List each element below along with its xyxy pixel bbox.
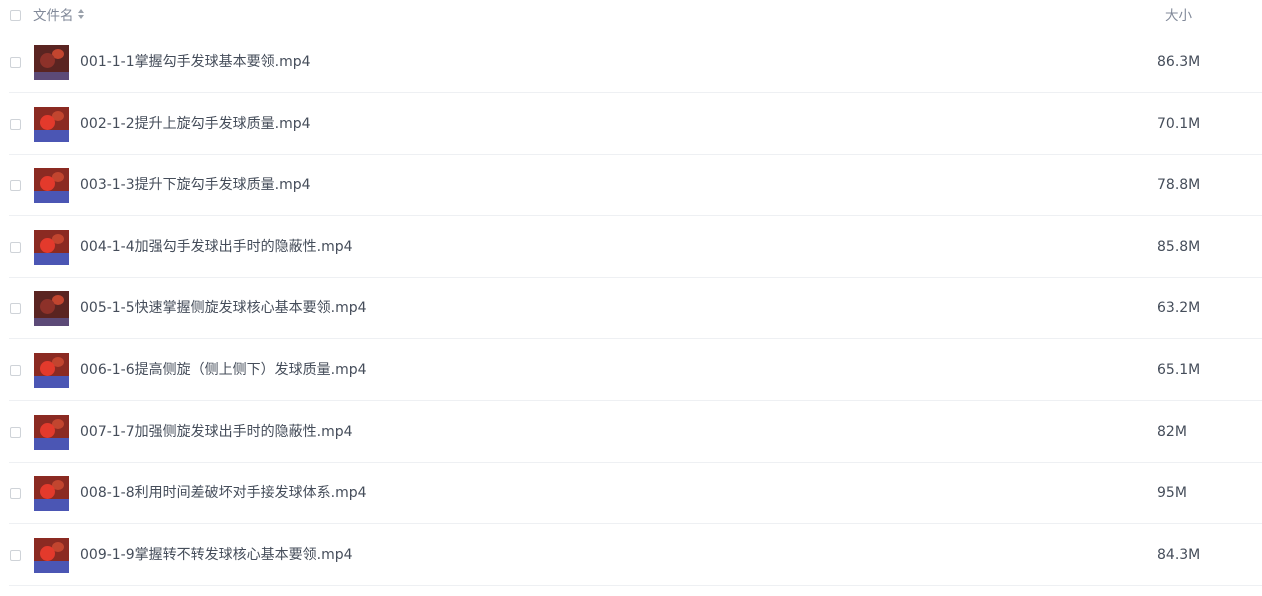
file-size: 95M xyxy=(1157,485,1187,501)
file-name[interactable]: 005-1-5快速掌握侧旋发球核心基本要领.mp4 xyxy=(80,299,367,318)
file-row[interactable]: 006-1-6提高侧旋（侧上侧下）发球质量.mp4 65.1M xyxy=(0,340,1262,401)
row-checkbox[interactable] xyxy=(10,427,21,438)
video-thumbnail-icon[interactable] xyxy=(34,291,69,326)
file-size: 84.3M xyxy=(1157,547,1201,563)
file-name[interactable]: 003-1-3提升下旋勾手发球质量.mp4 xyxy=(80,176,311,195)
row-checkbox[interactable] xyxy=(10,365,21,376)
row-checkbox[interactable] xyxy=(10,119,21,130)
file-size: 86.3M xyxy=(1157,54,1201,70)
video-thumbnail-icon[interactable] xyxy=(34,415,69,450)
file-row[interactable]: 008-1-8利用时间差破坏对手接发球体系.mp4 95M xyxy=(0,463,1262,524)
sort-icon[interactable] xyxy=(77,9,85,21)
file-row[interactable]: 002-1-2提升上旋勾手发球质量.mp4 70.1M xyxy=(0,94,1262,155)
select-all-checkbox[interactable] xyxy=(10,10,21,21)
file-size: 65.1M xyxy=(1157,362,1201,378)
row-divider xyxy=(9,338,1262,339)
column-header-name[interactable]: 文件名 xyxy=(33,7,85,25)
file-size: 63.2M xyxy=(1157,300,1201,316)
column-header-name-label: 文件名 xyxy=(33,8,74,24)
sort-down-arrow-icon xyxy=(77,15,84,19)
file-list: 文件名 大小 001-1-1掌握勾手发球基本要领.mp4 86.3M 002-1… xyxy=(0,0,1262,596)
row-divider xyxy=(9,523,1262,524)
video-thumbnail-icon[interactable] xyxy=(34,107,69,142)
row-divider xyxy=(9,400,1262,401)
row-checkbox[interactable] xyxy=(10,57,21,68)
column-header-size[interactable]: 大小 xyxy=(1165,7,1192,25)
file-size: 78.8M xyxy=(1157,177,1201,193)
file-size: 82M xyxy=(1157,424,1187,440)
list-header: 文件名 大小 xyxy=(0,0,1262,31)
file-row[interactable]: 009-1-9掌握转不转发球核心基本要领.mp4 84.3M xyxy=(0,525,1262,586)
file-name[interactable]: 001-1-1掌握勾手发球基本要领.mp4 xyxy=(80,53,311,72)
file-size: 85.8M xyxy=(1157,239,1201,255)
file-row[interactable]: 005-1-5快速掌握侧旋发球核心基本要领.mp4 63.2M xyxy=(0,278,1262,339)
file-name[interactable]: 007-1-7加强侧旋发球出手时的隐蔽性.mp4 xyxy=(80,423,353,442)
row-divider xyxy=(9,585,1262,586)
video-thumbnail-icon[interactable] xyxy=(34,230,69,265)
video-thumbnail-icon[interactable] xyxy=(34,476,69,511)
video-thumbnail-icon[interactable] xyxy=(34,45,69,80)
row-checkbox[interactable] xyxy=(10,303,21,314)
file-name[interactable]: 006-1-6提高侧旋（侧上侧下）发球质量.mp4 xyxy=(80,361,367,380)
sort-up-arrow-icon xyxy=(77,9,84,13)
video-thumbnail-icon[interactable] xyxy=(34,168,69,203)
row-checkbox[interactable] xyxy=(10,550,21,561)
video-thumbnail-icon[interactable] xyxy=(34,353,69,388)
row-checkbox[interactable] xyxy=(10,180,21,191)
file-name[interactable]: 008-1-8利用时间差破坏对手接发球体系.mp4 xyxy=(80,484,367,503)
row-checkbox[interactable] xyxy=(10,242,21,253)
video-thumbnail-icon[interactable] xyxy=(34,538,69,573)
file-row[interactable]: 004-1-4加强勾手发球出手时的隐蔽性.mp4 85.8M xyxy=(0,217,1262,278)
file-size: 70.1M xyxy=(1157,116,1201,132)
row-divider xyxy=(9,92,1262,93)
file-name[interactable]: 004-1-4加强勾手发球出手时的隐蔽性.mp4 xyxy=(80,238,353,257)
file-row[interactable]: 003-1-3提升下旋勾手发球质量.mp4 78.8M xyxy=(0,155,1262,216)
file-row[interactable]: 007-1-7加强侧旋发球出手时的隐蔽性.mp4 82M xyxy=(0,402,1262,463)
file-name[interactable]: 002-1-2提升上旋勾手发球质量.mp4 xyxy=(80,115,311,134)
file-name[interactable]: 009-1-9掌握转不转发球核心基本要领.mp4 xyxy=(80,546,353,565)
file-row[interactable]: 001-1-1掌握勾手发球基本要领.mp4 86.3M xyxy=(0,32,1262,93)
row-divider xyxy=(9,215,1262,216)
row-checkbox[interactable] xyxy=(10,488,21,499)
